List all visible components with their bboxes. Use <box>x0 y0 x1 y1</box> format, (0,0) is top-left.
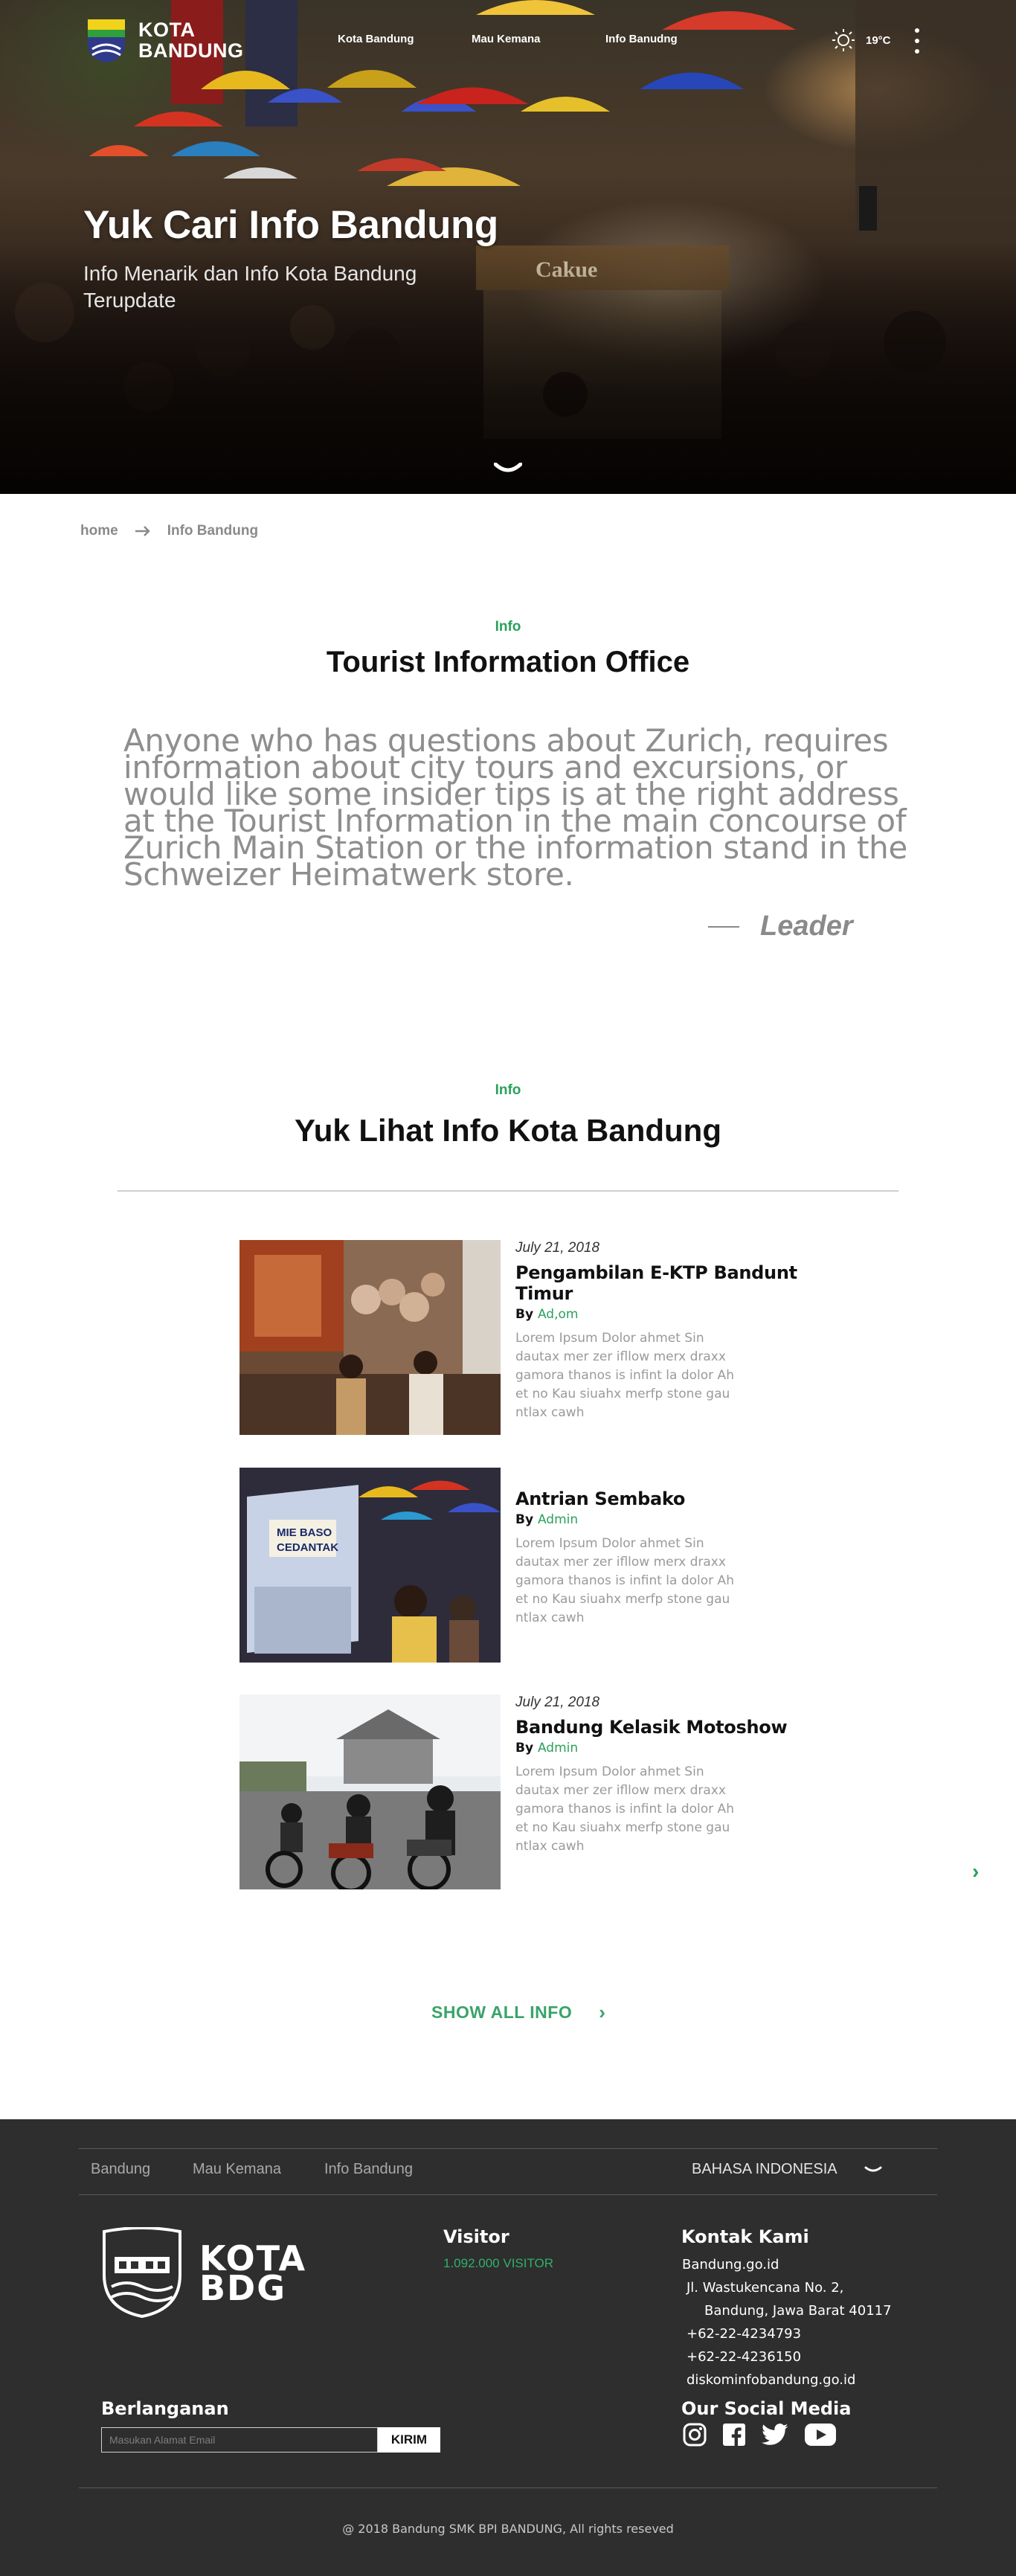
article-body: July 21, 2018 Pengambilan E-KTP Bandunt … <box>515 1240 806 1422</box>
hero-title: Yuk Cari Info Bandung <box>83 203 498 247</box>
breadcrumb-home[interactable]: home <box>80 523 118 539</box>
footer-link-mau-kemana[interactable]: Mau Kemana <box>193 2161 281 2178</box>
article-card[interactable]: MIE BASO CEDANTAK Antrian Sembako By Adm… <box>239 1468 805 1663</box>
article-body: July 21, 2018 Bandung Kelasik Motoshow B… <box>515 1695 806 1856</box>
show-all-label: SHOW ALL INFO <box>431 2002 573 2022</box>
quote-section-title: Tourist Information Office <box>326 646 690 678</box>
copyright-text: @ 2018 Bandung SMK BPI BANDUNG, All righ… <box>342 2522 674 2536</box>
contact-address-line-1: Jl. Wastukencana No. 2, <box>687 2280 844 2296</box>
kota-bdg-crest-icon <box>103 2227 181 2319</box>
language-label: BAHASA INDONESIA <box>692 2161 837 2177</box>
facebook-icon[interactable] <box>723 2424 745 2446</box>
by-label: By <box>515 1307 534 1322</box>
instagram-icon[interactable] <box>683 2423 707 2447</box>
site-logo[interactable]: KOTA BANDUNG <box>85 16 244 64</box>
article-thumbnail[interactable]: MIE BASO CEDANTAK <box>239 1468 501 1663</box>
articles-section-eyebrow: Info <box>495 1082 521 1098</box>
breadcrumb: home Info Bandung <box>80 523 258 539</box>
contact-heading: Kontak Kami <box>681 2226 809 2247</box>
visitor-heading: Visitor <box>443 2226 509 2247</box>
social-links <box>683 2423 836 2447</box>
by-label: By <box>515 1512 534 1527</box>
youtube-icon[interactable] <box>805 2424 836 2446</box>
svg-text:CEDANTAK: CEDANTAK <box>277 1541 338 1554</box>
contact-email[interactable]: diskominfobandung.go.id <box>682 2368 892 2392</box>
article-author[interactable]: Ad,om <box>538 1307 579 1322</box>
weather-widget: 19°C <box>832 28 891 52</box>
article-date: July 21, 2018 <box>515 1240 600 1256</box>
breadcrumb-current: Info Bandung <box>167 523 259 539</box>
more-menu-icon[interactable] <box>913 28 921 54</box>
logo-line-2: BANDUNG <box>138 39 244 62</box>
subscribe-heading: Berlanganan <box>101 2398 229 2419</box>
article-byline: By Admin <box>515 1512 806 1527</box>
article-title[interactable]: Antrian Sembako <box>515 1488 806 1509</box>
next-chevron-icon[interactable]: › <box>972 1860 979 1883</box>
language-selector[interactable]: BAHASA INDONESIA <box>692 2161 882 2178</box>
article-excerpt: Lorem Ipsum Dolor ahmet Sin dautax mer z… <box>515 1331 734 1420</box>
ektp-office-photo <box>239 1240 501 1435</box>
article-date: July 21, 2018 <box>515 1695 600 1710</box>
contact-website[interactable]: Bandung.go.id <box>682 2253 892 2276</box>
quote-author: Leader <box>708 910 853 942</box>
article-byline: By Ad,om <box>515 1307 806 1322</box>
footer-link-bandung[interactable]: Bandung <box>91 2161 150 2178</box>
contact-phone-1[interactable]: +62-22-4234793 <box>682 2322 892 2345</box>
subscribe-form: KIRIM <box>101 2427 440 2453</box>
article-body: Antrian Sembako By Admin Lorem Ipsum Dol… <box>515 1488 806 1628</box>
article-excerpt: Lorem Ipsum Dolor ahmet Sin dautax mer z… <box>515 1764 734 1854</box>
footer-link-info-bandung[interactable]: Info Bandung <box>324 2161 413 2178</box>
visitor-count: 1.092.000 VISITOR <box>443 2256 554 2270</box>
twitter-icon[interactable] <box>762 2424 788 2446</box>
nav-link-info-bandung[interactable]: Info Banudng <box>605 33 678 45</box>
nav-link-mau-kemana[interactable]: Mau Kemana <box>472 33 541 45</box>
article-author[interactable]: Admin <box>538 1741 578 1756</box>
arrow-right-icon <box>135 526 150 536</box>
quote-author-name: Leader <box>760 910 853 942</box>
scroll-down-chevron-icon[interactable] <box>494 463 522 476</box>
article-thumbnail[interactable] <box>239 1240 501 1435</box>
article-author[interactable]: Admin <box>538 1512 578 1527</box>
quote-dash <box>708 925 739 928</box>
logo-line-1: KOTA <box>138 19 196 41</box>
svg-text:MIE BASO: MIE BASO <box>277 1526 332 1539</box>
article-title[interactable]: Pengambilan E-KTP Bandunt Timur <box>515 1262 806 1304</box>
article-card[interactable]: July 21, 2018 Bandung Kelasik Motoshow B… <box>239 1695 805 1889</box>
footer-bottom-rule <box>79 2487 937 2488</box>
motoshow-photo <box>239 1695 501 1889</box>
chevron-right-icon: › <box>599 2001 606 2023</box>
hero-banner: Cakue KOTA BANDUNG Kota Bandung Mau Ke <box>0 0 1016 494</box>
footer-nav-rule <box>79 2194 937 2195</box>
quote-section-eyebrow: Info <box>495 619 521 635</box>
show-all-info-button[interactable]: SHOW ALL INFO › <box>431 2001 605 2024</box>
article-byline: By Admin <box>515 1741 806 1756</box>
contact-phone-2[interactable]: +62-22-4236150 <box>682 2345 892 2368</box>
article-excerpt: Lorem Ipsum Dolor ahmet Sin dautax mer z… <box>515 1536 734 1625</box>
weather-temperature: 19°C <box>866 33 891 47</box>
subscribe-email-input[interactable] <box>101 2427 378 2453</box>
footer-top-rule <box>79 2148 937 2149</box>
social-heading: Our Social Media <box>681 2398 852 2419</box>
site-footer: Bandung Mau Kemana Info Bandung BAHASA I… <box>0 2119 1016 2576</box>
quote-text: Anyone who has questions about Zurich, r… <box>123 722 907 893</box>
article-thumbnail[interactable] <box>239 1695 501 1889</box>
article-title[interactable]: Bandung Kelasik Motoshow <box>515 1717 806 1738</box>
article-card[interactable]: July 21, 2018 Pengambilan E-KTP Bandunt … <box>239 1240 805 1435</box>
footer-logo[interactable]: KOTA BDG <box>100 2227 306 2319</box>
articles-section-title: Yuk Lihat Info Kota Bandung <box>295 1113 721 1148</box>
chevron-down-icon <box>864 2166 882 2171</box>
sun-icon <box>832 29 855 51</box>
top-navbar: KOTA BANDUNG Kota Bandung Mau Kemana Inf… <box>0 0 1016 82</box>
bandung-crest-icon <box>88 19 125 62</box>
nav-link-kota-bandung[interactable]: Kota Bandung <box>338 33 414 45</box>
by-label: By <box>515 1741 534 1756</box>
section-divider <box>118 1190 898 1192</box>
contact-block: Bandung.go.id Jl. Wastukencana No. 2, Ba… <box>682 2253 892 2392</box>
hero-subtitle: Info Menarik dan Info Kota Bandung Terup… <box>83 262 417 312</box>
contact-address-line-2: Bandung, Jawa Barat 40117 <box>704 2303 892 2319</box>
subscribe-submit-button[interactable]: KIRIM <box>378 2427 440 2453</box>
sembako-queue-photo: MIE BASO CEDANTAK <box>239 1468 501 1663</box>
